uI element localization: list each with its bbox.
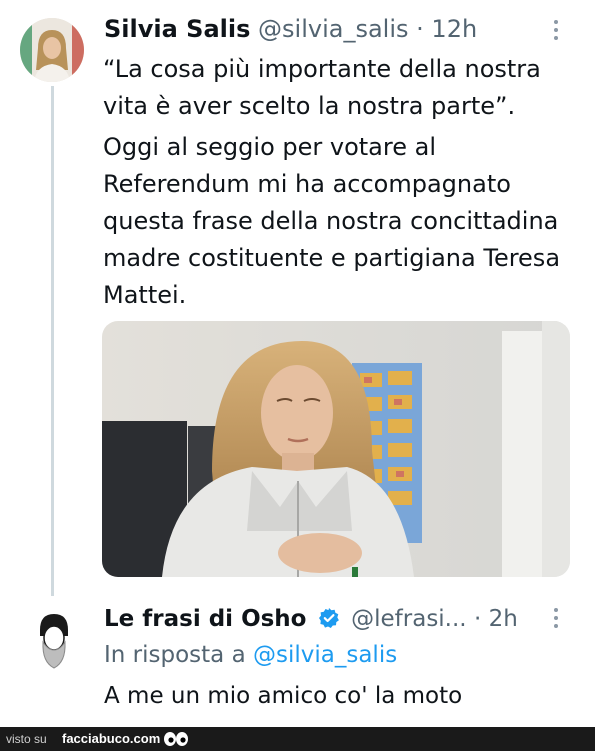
osho-avatar-icon[interactable] [34,610,72,670]
reply-context: In risposta a @silvia_salis [104,639,397,671]
reply-header: Le frasi di Osho @lefrasi... · 2h [104,603,518,635]
tweet-header: Silvia Salis @silvia_salis · 12h [104,13,477,45]
tweet-text: “La cosa più importante della nostra vit… [103,51,583,314]
reply-context-prefix: In risposta a [104,642,246,668]
tweet-photo[interactable] [102,321,570,577]
tweet-text-body: Oggi al seggio per votare al Referendum … [103,133,561,309]
reply-more-vertical-icon[interactable] [549,608,563,634]
facciabuco-eyes-icon [164,732,188,746]
more-vertical-icon[interactable] [549,20,563,46]
reply-author-name[interactable]: Le frasi di Osho [104,606,307,632]
watermark-footer: visto su facciabuco.com [0,727,595,751]
reply-text: A me un mio amico co' la moto [104,683,463,709]
verified-badge-icon [318,608,339,628]
photo-image [102,321,570,577]
tweet-time[interactable]: 12h [431,15,477,43]
thread-connector-line [51,86,54,596]
author-handle[interactable]: @silvia_salis [258,15,408,43]
header-separator: · [416,15,424,43]
reply-time[interactable]: 2h [489,606,518,632]
footer-prefix: visto su [6,732,47,746]
reply-header-separator: · [473,606,482,632]
reply-author-handle[interactable]: @lefrasi... [351,606,467,632]
author-avatar[interactable] [20,18,84,82]
tweet-text-quote: “La cosa più importante della nostra vit… [103,55,541,120]
footer-brand[interactable]: facciabuco.com [62,727,160,751]
author-name[interactable]: Silvia Salis [104,15,250,43]
avatar-photo [20,18,84,82]
reply-context-mention[interactable]: @silvia_salis [253,642,397,668]
